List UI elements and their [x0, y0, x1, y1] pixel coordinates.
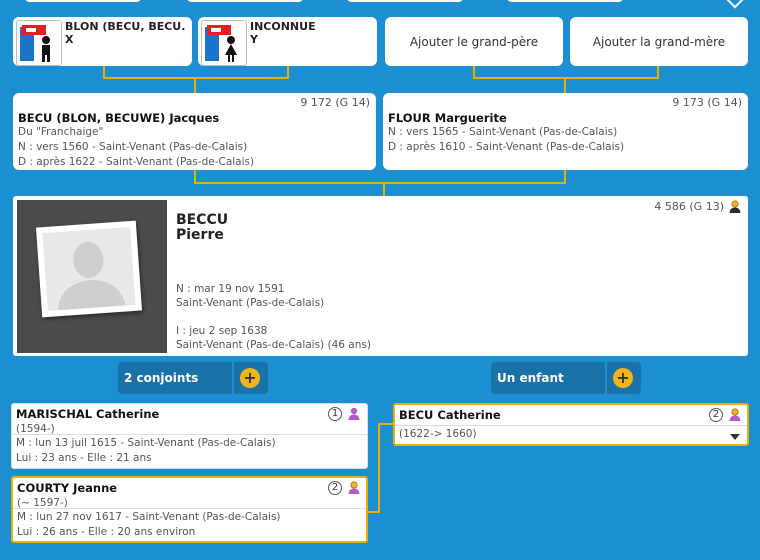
mother-name: FLOUR Marguerite: [388, 111, 507, 125]
children-button-label: Un enfant: [497, 371, 564, 385]
person-last-name: BECCU: [176, 212, 229, 228]
mother-death: D : après 1610 - Saint-Venant (Pas-de-Ca…: [388, 141, 625, 153]
spouse-1-number-badge: 1: [328, 407, 342, 421]
child-name: BECU Catherine: [399, 408, 501, 422]
grandfather-name: BLON (BECU, BECU...: [65, 20, 185, 33]
add-grandfather-label: Ajouter le grand-père: [409, 34, 539, 49]
spouse-1-name: MARISCHAL Catherine: [16, 407, 160, 421]
connector-line: [194, 182, 566, 184]
male-unknown-avatar: [16, 20, 62, 66]
add-grandmother-button[interactable]: Ajouter la grand-mère: [570, 17, 748, 66]
father-death: D : après 1622 - Saint-Venant (Pas-de-Ca…: [18, 156, 255, 168]
person-sosa-number: 4 586 (G 13): [654, 200, 724, 213]
connector-line: [473, 77, 659, 79]
top-card-stub-3[interactable]: [346, 0, 464, 2]
female-person-icon: [729, 408, 741, 421]
add-grandfather-button[interactable]: Ajouter le grand-père: [385, 17, 563, 66]
spouse-2-marriage: M : lun 27 nov 1617 - Saint-Venant (Pas-…: [17, 511, 281, 523]
top-card-stub-2[interactable]: [186, 0, 304, 2]
female-silhouette-icon: [205, 25, 237, 62]
grandfather-card[interactable]: BLON (BECU, BECU... X: [13, 17, 192, 66]
add-grandmother-label: Ajouter la grand-mère: [592, 34, 726, 49]
male-silhouette-icon: [20, 25, 50, 62]
photo-frame: [17, 200, 167, 353]
spouses-button[interactable]: 2 conjoints +: [118, 362, 268, 394]
spouse-card-1[interactable]: MARISCHAL Catherine (1594-) 1 M : lun 13…: [11, 403, 368, 469]
person-silhouette-icon: [57, 242, 126, 311]
mother-card[interactable]: 9 173 (G 14) FLOUR Marguerite N : vers 1…: [383, 93, 748, 170]
expand-chevron-down-icon[interactable]: [730, 434, 740, 440]
mother-sosa-number: 9 173 (G 14): [672, 96, 742, 109]
top-card-stub-4[interactable]: [506, 0, 624, 2]
children-button[interactable]: Un enfant +: [491, 362, 641, 394]
profile-photo-placeholder[interactable]: [35, 220, 143, 318]
add-child-plus-icon[interactable]: +: [613, 368, 633, 388]
connector-line: [378, 423, 394, 425]
father-card[interactable]: 9 172 (G 14) BECU (BLON, BECUWE) Jacques…: [13, 93, 376, 170]
grandmother-card[interactable]: INCONNUE Y: [198, 17, 377, 66]
father-nickname: Du "Franchaige": [18, 126, 104, 138]
spouse-card-2[interactable]: COURTY Jeanne (~ 1597-) 2 M : lun 27 nov…: [11, 476, 368, 543]
connector-line: [383, 182, 385, 196]
connector-line: [194, 77, 196, 93]
father-name: BECU (BLON, BECUWE) Jacques: [18, 111, 220, 125]
child-number-badge: 2: [709, 408, 723, 422]
person-birth-place: Saint-Venant (Pas-de-Calais): [176, 297, 325, 309]
female-person-icon: [348, 481, 360, 494]
grandmother-name: INCONNUE: [250, 20, 316, 33]
person-birth-date: N : mar 19 nov 1591: [176, 283, 285, 295]
male-person-icon: [729, 200, 741, 213]
spouse-2-ages: Lui : 26 ans - Elle : 20 ans environ: [17, 526, 196, 538]
female-person-icon: [348, 407, 360, 420]
top-card-stub-1[interactable]: [24, 0, 142, 2]
main-person-card[interactable]: 4 586 (G 13) BECCU Pierre N : mar 19 nov…: [13, 196, 748, 356]
connector-line: [564, 77, 566, 93]
person-inhumation-date: I : jeu 2 sep 1638: [176, 325, 268, 337]
grandfather-marker: X: [65, 33, 74, 46]
add-spouse-plus-icon[interactable]: +: [240, 368, 260, 388]
connector-line: [103, 77, 289, 79]
spouses-button-label: 2 conjoints: [124, 371, 199, 385]
father-birth: N : vers 1560 - Saint-Venant (Pas-de-Cal…: [18, 141, 248, 153]
female-unknown-avatar: [201, 20, 247, 66]
grandmother-marker: Y: [250, 33, 258, 46]
connector-line: [378, 423, 380, 513]
father-sosa-number: 9 172 (G 14): [300, 96, 370, 109]
person-inhumation-place: Saint-Venant (Pas-de-Calais) (46 ans): [176, 339, 371, 351]
child-card[interactable]: BECU Catherine 2 (1622-> 1660): [393, 403, 749, 446]
child-dates: (1622-> 1660): [399, 428, 477, 440]
spouse-1-marriage: M : lun 13 juil 1615 - Saint-Venant (Pas…: [16, 437, 276, 449]
spouse-2-name: COURTY Jeanne: [17, 481, 118, 495]
scroll-up-chevron-icon[interactable]: [726, 0, 744, 9]
spouse-2-number-badge: 2: [328, 481, 342, 495]
mother-birth: N : vers 1565 - Saint-Venant (Pas-de-Cal…: [388, 126, 618, 138]
spouse-1-ages: Lui : 23 ans - Elle : 21 ans: [16, 452, 152, 464]
person-first-name: Pierre: [176, 227, 224, 243]
